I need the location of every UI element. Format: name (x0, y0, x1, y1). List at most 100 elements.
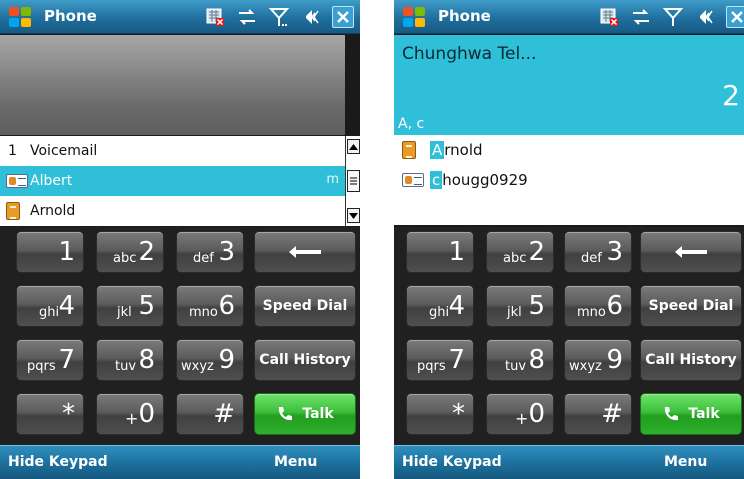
key-talk[interactable]: Talk (640, 393, 742, 435)
list-item-type: m (326, 172, 339, 187)
windows-start-icon[interactable] (6, 4, 34, 30)
key-backspace[interactable] (640, 231, 742, 273)
key-speed-dial[interactable]: Speed Dial (640, 285, 742, 327)
windows-start-icon[interactable] (400, 4, 428, 30)
menu-softkey[interactable]: Menu (664, 454, 707, 470)
list-item-label: Arnold (30, 203, 76, 219)
close-button[interactable] (332, 6, 354, 28)
dialed-number: 2 (722, 79, 740, 112)
key-star[interactable]: * (406, 393, 474, 435)
key-2[interactable]: abc 2 (486, 231, 554, 273)
close-icon (337, 11, 349, 23)
no-sim-icon[interactable] (204, 6, 226, 28)
scroll-thumb[interactable] (347, 170, 360, 192)
title-bar: Phone (394, 0, 744, 34)
key-6[interactable]: mno 6 (564, 285, 632, 327)
softkey-bar: Hide Keypad Menu (394, 445, 744, 479)
key-0[interactable]: +0 (486, 393, 554, 435)
match-highlight: c (430, 171, 443, 189)
key-8[interactable]: tuv 8 (486, 339, 554, 381)
matched-letters: A, c (398, 116, 425, 132)
key-6[interactable]: mno 6 (176, 285, 244, 327)
volume-icon[interactable] (694, 6, 716, 28)
carrier-bar: Chunghwa Tel... (394, 35, 744, 75)
key-9[interactable]: wxyz 9 (564, 339, 632, 381)
hide-keypad-softkey[interactable]: Hide Keypad (402, 454, 502, 470)
key-0[interactable]: +0 (96, 393, 164, 435)
smart-dial-list: Arnold c hougg0929 (394, 135, 744, 225)
list-item-label: hougg0929 (442, 171, 528, 189)
backspace-icon (675, 246, 707, 258)
scroll-down-button[interactable] (347, 208, 360, 223)
key-3[interactable]: def 3 (564, 231, 632, 273)
key-7[interactable]: pqrs 7 (406, 339, 474, 381)
list-scrollbar[interactable] (345, 136, 360, 226)
connectivity-icon[interactable] (236, 6, 258, 28)
key-call-history[interactable]: Call History (254, 339, 356, 381)
list-item-voicemail[interactable]: 1 Voicemail (0, 136, 345, 166)
list-item-label: rnold (444, 141, 483, 159)
app-title: Phone (438, 7, 491, 25)
backspace-icon (289, 246, 321, 258)
match-highlight: A (430, 141, 445, 159)
key-star[interactable]: * (16, 393, 84, 435)
phone-icon (279, 407, 293, 421)
contact-card-icon (0, 174, 30, 188)
key-1[interactable]: 1 (16, 231, 84, 273)
softkey-bar: Hide Keypad Menu (0, 445, 360, 479)
phone-icon (665, 407, 679, 421)
speed-dial-number: 1 (8, 143, 17, 159)
grip-icon (350, 177, 357, 185)
key-1[interactable]: 1 (406, 231, 474, 273)
menu-softkey[interactable]: Menu (274, 454, 317, 470)
sim-contact-icon (0, 202, 30, 220)
key-call-history[interactable]: Call History (640, 339, 742, 381)
scroll-up-button[interactable] (347, 139, 360, 154)
connectivity-icon[interactable] (630, 6, 652, 28)
list-item-label: Albert (30, 173, 73, 189)
phone-screen-right: Phone Chunghwa Tel... 2 A, c A rnold c h… (394, 0, 744, 479)
signal-icon[interactable] (662, 6, 684, 28)
key-3[interactable]: def 3 (176, 231, 244, 273)
sim-contact-icon (394, 141, 430, 159)
key-8[interactable]: tuv 8 (96, 339, 164, 381)
key-backspace[interactable] (254, 231, 356, 273)
close-icon (731, 11, 743, 23)
key-7[interactable]: pqrs 7 (16, 339, 84, 381)
letters-bar: A, c (394, 115, 744, 135)
key-talk[interactable]: Talk (254, 393, 356, 435)
title-bar: Phone (0, 0, 360, 34)
scroll-down-icon (349, 212, 358, 219)
key-speed-dial[interactable]: Speed Dial (254, 285, 356, 327)
phone-screen-left: Phone 1 Voicemail Albert m Arnold 1 abc … (0, 0, 360, 479)
key-2[interactable]: abc 2 (96, 231, 164, 273)
close-button[interactable] (726, 6, 744, 28)
carrier-name: Chunghwa Tel... (402, 44, 537, 64)
dial-keypad: 1 abc 2 def 3 ghi 4 jkl 5 mno 6 Speed Dial pq… (394, 227, 744, 445)
key-5[interactable]: jkl 5 (486, 285, 554, 327)
signal-icon[interactable] (268, 6, 290, 28)
list-item-label: Voicemail (30, 143, 98, 159)
key-5[interactable]: jkl 5 (96, 285, 164, 327)
smart-dial-list: 1 Voicemail Albert m Arnold (0, 136, 345, 226)
key-hash[interactable]: # (564, 393, 632, 435)
status-icons (598, 6, 744, 28)
list-item-arnold[interactable]: Arnold (394, 135, 744, 165)
number-display (0, 35, 345, 135)
hide-keypad-softkey[interactable]: Hide Keypad (8, 454, 108, 470)
number-display: 2 (394, 75, 744, 115)
scroll-up-icon (349, 143, 358, 150)
key-4[interactable]: ghi 4 (16, 285, 84, 327)
key-4[interactable]: ghi 4 (406, 285, 474, 327)
list-item-chougg0929[interactable]: c hougg0929 (394, 165, 744, 195)
status-icons (204, 6, 354, 28)
volume-icon[interactable] (300, 6, 322, 28)
list-item-albert[interactable]: Albert m (0, 166, 345, 196)
no-sim-icon[interactable] (598, 6, 620, 28)
key-9[interactable]: wxyz 9 (176, 339, 244, 381)
contact-card-icon (394, 173, 430, 187)
list-item-arnold[interactable]: Arnold (0, 196, 345, 226)
app-title: Phone (44, 7, 97, 25)
dial-keypad: 1 abc 2 def 3 ghi 4 jkl 5 mno 6 Speed Dial pq… (0, 227, 360, 445)
key-hash[interactable]: # (176, 393, 244, 435)
